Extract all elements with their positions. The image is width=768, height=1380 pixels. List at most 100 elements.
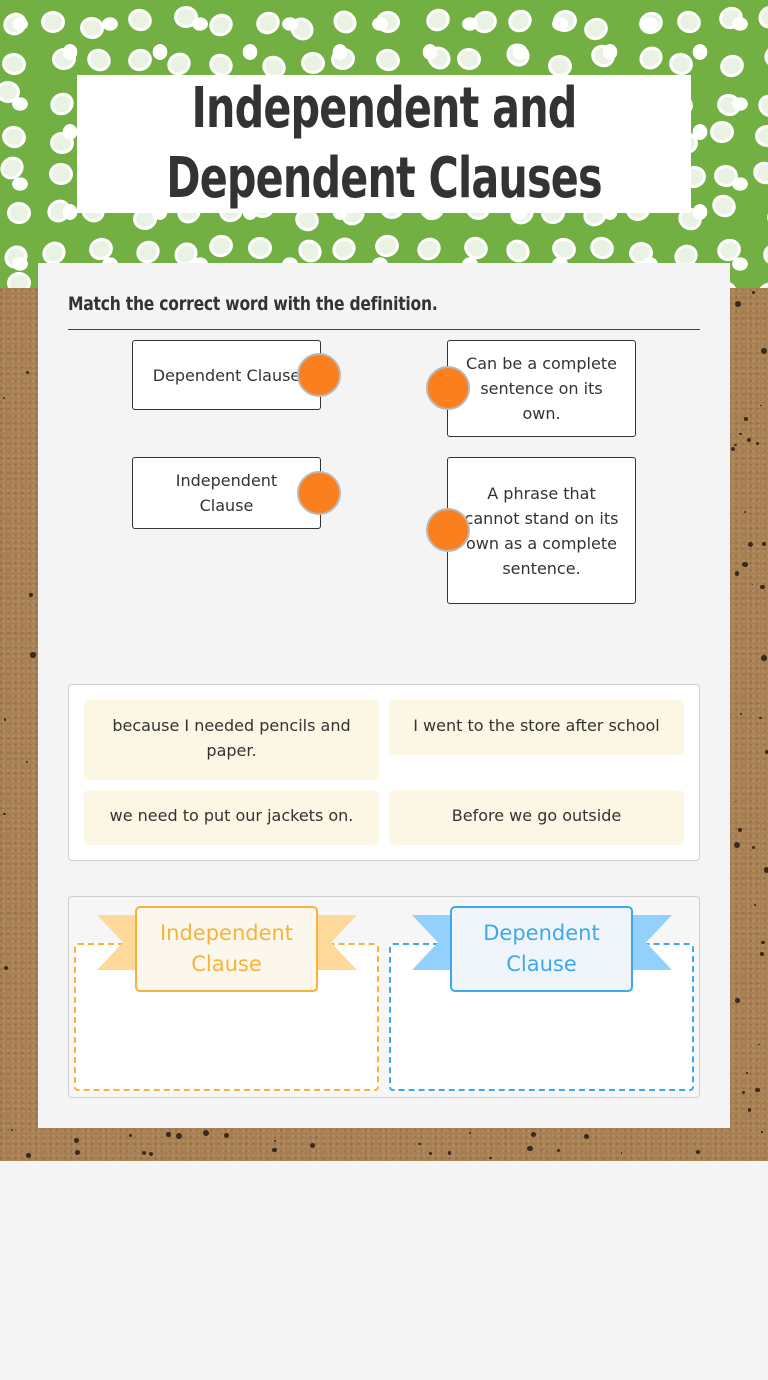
doodle-decoration <box>78 15 106 41</box>
doodle-decoration <box>548 234 579 264</box>
doodle-decoration <box>551 7 580 35</box>
cardboard-speck <box>149 1151 154 1156</box>
doodle-decoration <box>759 238 768 269</box>
doodle-decoration <box>0 152 29 185</box>
doodle-decoration <box>715 2 747 33</box>
cardboard-speck <box>273 1140 276 1143</box>
doodle-decoration <box>0 240 33 274</box>
cardboard-speck <box>741 561 748 568</box>
doodle-decoration <box>580 14 612 44</box>
doodle-decoration <box>0 7 31 40</box>
drag-item-label: we need to put our jackets on. <box>109 806 354 825</box>
doodle-decoration <box>328 232 361 265</box>
doodle-decoration <box>124 4 156 36</box>
cardboard-speck <box>734 301 741 308</box>
cardboard-speck <box>758 1043 761 1046</box>
cardboard-speck <box>2 812 6 816</box>
cardboard-speck <box>25 1152 31 1158</box>
drag-item[interactable]: Before we go outside <box>389 790 684 845</box>
cardboard-speck <box>166 1132 171 1137</box>
doodle-decoration <box>6 201 32 225</box>
doodle-decoration <box>329 45 358 72</box>
doodle-decoration <box>412 232 445 265</box>
doodle-decoration <box>707 190 740 222</box>
category-area: Independent Clause Dependent Clause <box>68 896 700 1098</box>
doodle-decoration <box>635 7 667 38</box>
doodle-decoration <box>285 12 319 46</box>
doodle-decoration <box>42 195 75 228</box>
doodle-decoration <box>503 4 536 37</box>
doodle-decoration <box>46 88 79 120</box>
cardboard-speck <box>527 1145 533 1152</box>
doodle-decoration <box>0 50 28 77</box>
doodle-decoration <box>586 40 619 71</box>
cardboard-speck <box>741 1090 745 1094</box>
doodle-decoration <box>754 89 768 122</box>
doodle-decoration <box>501 39 535 72</box>
doodle-decoration <box>252 7 284 39</box>
cardboard-speck <box>735 998 740 1004</box>
cardboard-speck <box>737 827 743 832</box>
cardboard-speck <box>3 965 9 971</box>
match-connector-dot[interactable] <box>426 366 470 410</box>
category-label-text: Independent Clause <box>159 921 294 976</box>
match-connector-dot[interactable] <box>297 353 341 397</box>
doodle-decoration <box>328 6 362 39</box>
cardboard-speck <box>10 1128 14 1132</box>
doodle-decoration <box>173 5 198 29</box>
cardboard-speck <box>760 952 764 956</box>
match-term-label: Dependent Clause <box>152 365 301 385</box>
cardboard-speck <box>734 571 740 576</box>
prompt-divider <box>68 329 700 330</box>
doodle-decoration <box>673 6 704 37</box>
cardboard-speck <box>739 432 742 436</box>
cardboard-speck <box>530 1132 536 1137</box>
cardboard-speck <box>760 584 765 590</box>
worksheet-title: Independent and Dependent Clauses <box>166 76 602 211</box>
doodle-decoration <box>753 1 768 34</box>
match-definition-card[interactable]: A phrase that cannot stand on its own as… <box>447 457 636 604</box>
drag-item[interactable]: I went to the store after school <box>389 700 684 755</box>
cardboard-speck <box>29 593 33 598</box>
doodle-decoration <box>760 40 768 73</box>
drag-item-label: Before we go outside <box>451 806 622 825</box>
cardboard-speck <box>696 1149 700 1154</box>
doodle-decoration <box>206 231 236 260</box>
doodle-decoration <box>586 232 618 263</box>
doodle-decoration <box>372 232 402 260</box>
cardboard-speck <box>760 940 765 945</box>
doodle-decoration <box>713 234 745 265</box>
cardboard-speck <box>761 655 767 661</box>
cardboard-speck <box>761 542 766 547</box>
doodle-decoration <box>124 45 156 75</box>
doodle-decoration <box>709 120 735 144</box>
cardboard-speck <box>761 1131 763 1133</box>
cardboard-speck <box>747 1108 752 1112</box>
category-label-dependent: Dependent Clause <box>450 906 633 992</box>
cardboard-speck <box>418 1142 421 1146</box>
doodle-decoration <box>666 49 697 78</box>
cardboard-speck <box>620 1152 623 1154</box>
cardboard-speck <box>744 417 748 421</box>
cardboard-speck <box>763 867 768 873</box>
match-connector-dot[interactable] <box>297 471 341 515</box>
cardboard-speck <box>747 542 753 548</box>
cardboard-speck <box>224 1132 230 1138</box>
cardboard-speck <box>759 716 762 720</box>
doodle-decoration <box>247 236 273 259</box>
doodle-decoration <box>455 46 483 72</box>
match-definition-card[interactable]: Can be a complete sentence on its own. <box>447 340 636 437</box>
drag-item[interactable]: we need to put our jackets on. <box>84 790 379 845</box>
doodle-decoration <box>83 44 115 76</box>
cardboard-speck <box>733 842 740 848</box>
drag-item-label: I went to the store after school <box>413 716 660 735</box>
cardboard-speck <box>175 1133 182 1140</box>
doodle-decoration <box>421 4 454 36</box>
match-term-card[interactable]: Dependent Clause <box>132 340 321 410</box>
match-connector-dot[interactable] <box>426 508 470 552</box>
match-term-card[interactable]: Independent Clause <box>132 457 321 529</box>
doodle-decoration <box>713 163 740 188</box>
cardboard-speck <box>733 800 735 803</box>
worksheet-panel: Match the correct word with the definiti… <box>38 263 730 1128</box>
drag-item[interactable]: because I needed pencils and paper. <box>84 700 379 780</box>
